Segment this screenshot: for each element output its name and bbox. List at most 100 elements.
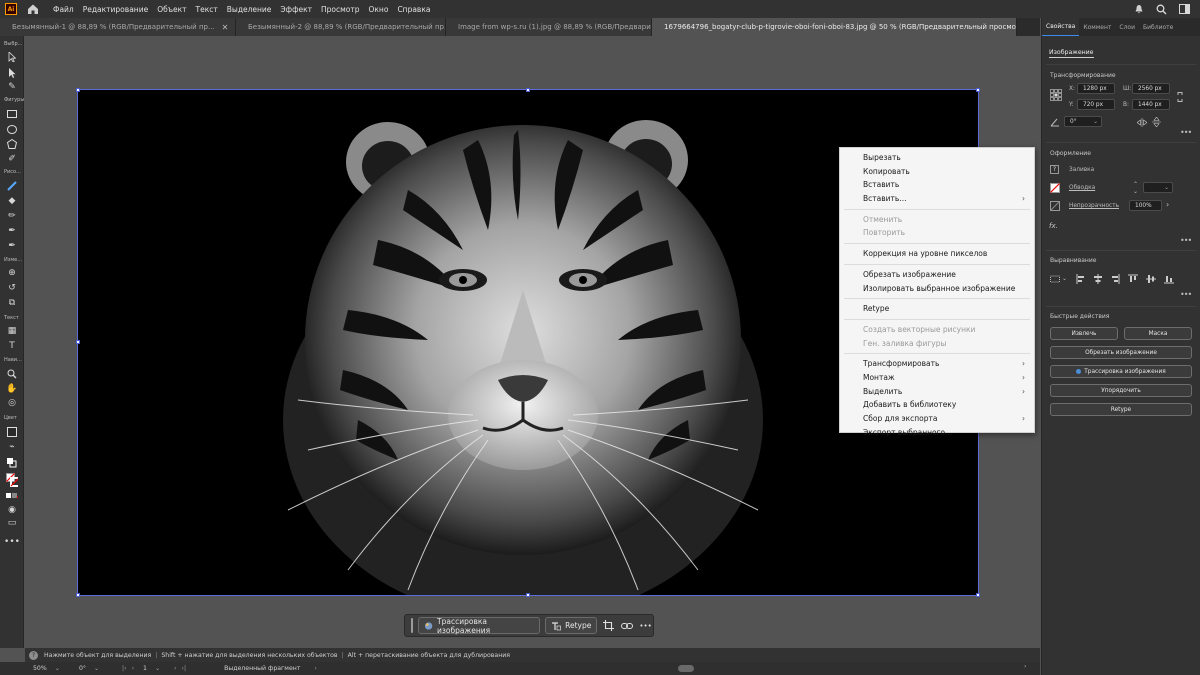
arrange-button[interactable]: Упорядочить xyxy=(1050,384,1192,397)
ctx-pixel-correction[interactable]: Коррекция на уровне пикселов xyxy=(840,247,1034,261)
ctx-collect-for-export[interactable]: Сбор для экспорта › xyxy=(840,412,1034,426)
close-icon[interactable]: ✕ xyxy=(222,23,229,32)
pencil-tool-icon[interactable]: ✏ xyxy=(6,211,18,221)
ctx-crop-image[interactable]: Обрезать изображение xyxy=(840,268,1034,282)
tab-comments[interactable]: Коммент xyxy=(1079,18,1115,36)
stroke-weight-stepper-icon[interactable]: ⌃ ⌄ xyxy=(1133,181,1138,195)
first-artboard-icon[interactable]: |‹ xyxy=(122,665,127,672)
ctx-add-to-library[interactable]: Добавить в библиотеку xyxy=(840,398,1034,412)
color-mode-icon[interactable] xyxy=(6,491,18,501)
ctx-paste-special[interactable]: Вставить... › xyxy=(840,192,1034,206)
more-options-icon[interactable]: ••• xyxy=(1180,236,1192,245)
align-right-icon[interactable] xyxy=(1110,274,1120,284)
resize-handle-n[interactable] xyxy=(526,88,530,92)
rotate-tool-icon[interactable]: ↺ xyxy=(6,283,18,293)
tab-document-active[interactable]: 1679664796_bogatyr-club-p-tigrovie-oboi-… xyxy=(652,18,1017,36)
eraser-tool-icon[interactable]: ◆ xyxy=(6,196,18,206)
gradient-tool-icon[interactable]: ▦ xyxy=(6,326,18,336)
tab-properties[interactable]: Свойства xyxy=(1042,18,1080,36)
tab-libraries[interactable]: Библиоте xyxy=(1139,18,1177,36)
resize-handle-sw[interactable] xyxy=(76,593,80,597)
next-artboard-icon[interactable]: › xyxy=(174,665,176,672)
artboard-tool-icon[interactable]: ◎ xyxy=(6,398,18,408)
resize-handle-w[interactable] xyxy=(76,340,80,344)
drag-handle[interactable] xyxy=(411,618,413,633)
resize-handle-nw[interactable] xyxy=(76,88,80,92)
menu-type[interactable]: Текст xyxy=(195,5,219,14)
tab-document-3[interactable]: Image from wp-s.ru (1).jpg @ 88,89 % (RG… xyxy=(446,18,652,36)
ctx-copy[interactable]: Копировать xyxy=(840,165,1034,179)
search-icon[interactable] xyxy=(1156,4,1167,15)
menu-object[interactable]: Объект xyxy=(156,5,187,14)
stroke-swatch-icon[interactable] xyxy=(1050,183,1060,193)
workspace-icon[interactable] xyxy=(1179,4,1190,14)
constrain-proportions-icon[interactable] xyxy=(1177,91,1183,103)
horizontal-scrollbar-thumb[interactable] xyxy=(678,665,694,672)
image-trace-button[interactable]: Трассировка изображения xyxy=(417,617,541,635)
image-trace-panel-button[interactable]: Трассировка изображения xyxy=(1050,365,1192,378)
ctx-isolate-image[interactable]: Изолировать выбранное изображение xyxy=(840,282,1034,296)
resize-handle-s[interactable] xyxy=(526,593,530,597)
curvature-tool-icon[interactable]: ✒ xyxy=(6,226,18,236)
opacity-label[interactable]: Непрозрачность xyxy=(1069,203,1119,209)
paintbrush-tool-icon[interactable] xyxy=(6,181,18,191)
last-artboard-icon[interactable]: ›| xyxy=(182,665,187,672)
prev-artboard-icon[interactable]: ‹ xyxy=(132,665,134,672)
link-icon[interactable] xyxy=(620,619,633,633)
resize-handle-ne[interactable] xyxy=(976,88,980,92)
ellipse-tool-icon[interactable] xyxy=(6,124,18,134)
scale-tool-icon[interactable]: ⧉ xyxy=(6,298,18,308)
tab-document-2[interactable]: Безымянный-2 @ 88,89 % (RGB/Предваритель… xyxy=(236,18,446,36)
reference-point-icon[interactable] xyxy=(1050,89,1062,101)
align-left-icon[interactable] xyxy=(1076,274,1086,284)
menu-edit[interactable]: Редактирование xyxy=(82,5,149,14)
menu-view[interactable]: Просмотр xyxy=(320,5,361,14)
resize-handle-se[interactable] xyxy=(976,593,980,597)
width-input[interactable]: 2560 px xyxy=(1132,83,1170,94)
more-options-icon[interactable]: ••• xyxy=(1180,128,1192,137)
retype-panel-button[interactable]: Retype xyxy=(1050,403,1192,416)
eyedropper-tool-icon[interactable]: ⌁ xyxy=(6,442,18,452)
shape-builder-tool-icon[interactable]: ⊕ xyxy=(6,268,18,278)
ctx-arrange[interactable]: Монтаж › xyxy=(840,371,1034,385)
align-bottom-icon[interactable] xyxy=(1164,274,1174,284)
align-center-vertical-icon[interactable] xyxy=(1146,274,1156,284)
chevron-right-icon[interactable]: › xyxy=(1166,200,1169,209)
color-fill-icon[interactable] xyxy=(6,427,18,437)
align-center-horizontal-icon[interactable] xyxy=(1093,274,1103,284)
default-colors-icon[interactable] xyxy=(6,458,18,468)
rotate-input[interactable]: 0° ⌄ xyxy=(1064,116,1102,127)
zoom-tool-icon[interactable] xyxy=(6,369,18,379)
stroke-weight-input[interactable]: ⌄ xyxy=(1143,182,1173,193)
screen-mode-icon[interactable]: ▭ xyxy=(6,518,18,528)
shaper-tool-icon[interactable]: ✐ xyxy=(6,154,18,164)
rotation-select[interactable]: 0° ⌄ xyxy=(76,664,114,673)
scroll-right-icon[interactable]: › xyxy=(1024,663,1026,670)
fill-swatch-icon[interactable]: ? xyxy=(1050,165,1059,174)
menu-select[interactable]: Выделение xyxy=(226,5,273,14)
more-tools-icon[interactable]: ••• xyxy=(4,537,20,547)
more-options-icon[interactable]: ••• xyxy=(1180,290,1192,299)
zoom-select[interactable]: 50% ⌄ xyxy=(30,664,68,673)
menu-effect[interactable]: Эффект xyxy=(279,5,313,14)
ctx-transform[interactable]: Трансформировать › xyxy=(840,357,1034,371)
stroke-label[interactable]: Обводка xyxy=(1069,185,1095,191)
ctx-select[interactable]: Выделить › xyxy=(840,385,1034,399)
menu-window[interactable]: Окно xyxy=(368,5,390,14)
align-to-selection-icon[interactable] xyxy=(1050,274,1060,284)
opacity-input[interactable]: 100% xyxy=(1129,200,1162,211)
tab-layers[interactable]: Слои xyxy=(1115,18,1139,36)
extract-button[interactable]: Извлечь xyxy=(1050,327,1118,340)
hand-tool-icon[interactable]: ✋ xyxy=(6,384,18,394)
retype-button[interactable]: Retype xyxy=(545,617,598,634)
y-input[interactable]: 720 px xyxy=(1077,99,1115,110)
draw-mode-icon[interactable]: ◉ xyxy=(6,505,18,515)
height-input[interactable]: 1440 px xyxy=(1132,99,1170,110)
flip-vertical-icon[interactable] xyxy=(1152,117,1161,127)
artboard-select[interactable]: 1 ⌄ xyxy=(140,664,170,673)
x-input[interactable]: 1280 px xyxy=(1077,83,1115,94)
menu-file[interactable]: Файл xyxy=(52,5,75,14)
home-icon[interactable] xyxy=(26,2,40,16)
bell-icon[interactable] xyxy=(1134,4,1144,14)
menu-help[interactable]: Справка xyxy=(396,5,431,14)
